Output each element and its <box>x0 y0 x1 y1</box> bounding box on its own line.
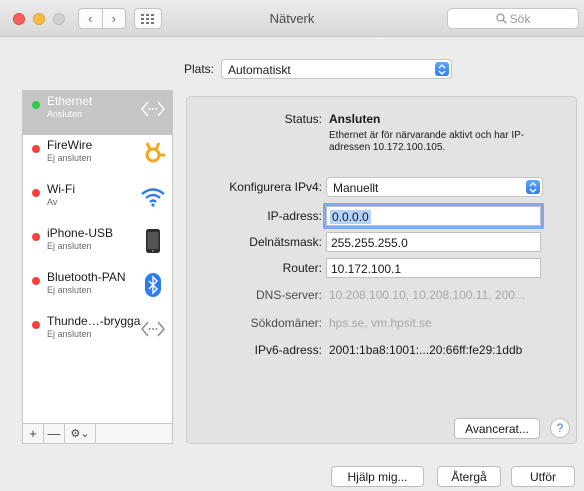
service-status: Ej ansluten <box>47 329 92 339</box>
subnet-mask-field[interactable]: 255.255.255.0 <box>326 232 541 252</box>
status-dot <box>32 145 40 153</box>
router-value: 10.172.100.1 <box>331 262 402 276</box>
service-status: Ansluten <box>47 109 83 119</box>
status-label: Status: <box>284 112 322 126</box>
service-item-bluetooth-pan[interactable]: Bluetooth-PAN Ej ansluten <box>23 267 172 311</box>
ipv6-address-value: 2001:1ba8:1001:...20:66ff:fe29:1ddb <box>329 343 523 357</box>
dns-server-label: DNS-server: <box>255 288 322 302</box>
configure-ipv4-select[interactable]: Manuellt <box>326 177 543 197</box>
search-domains-label: Sökdomäner: <box>250 316 322 330</box>
ethernet-icon <box>140 96 166 122</box>
status-dot <box>32 321 40 329</box>
location-value: Automatiskt <box>228 63 291 77</box>
thunderbolt-bridge-icon <box>140 316 166 342</box>
apply-button[interactable]: Utför <box>511 466 575 487</box>
subnet-mask-label: Delnätsmask: <box>249 235 322 249</box>
ip-address-label: IP-adress: <box>267 209 322 223</box>
add-service-button[interactable]: + <box>23 424 44 443</box>
router-field[interactable]: 10.172.100.1 <box>326 258 541 278</box>
search-placeholder: Sök <box>509 11 531 26</box>
subnet-mask-value: 255.255.255.0 <box>331 236 408 250</box>
help-button[interactable]: ? <box>550 418 570 438</box>
status-dot <box>32 101 40 109</box>
ip-address-value: 0.0.0.0 <box>330 210 371 224</box>
service-name: iPhone-USB <box>47 226 114 240</box>
configure-ipv4-value: Manuellt <box>333 181 379 195</box>
status-value: Ansluten <box>329 112 381 126</box>
service-list-toolbar: + — ⚙︎⌄ <box>22 424 173 444</box>
action-menu-button[interactable]: ⚙︎⌄ <box>65 424 96 443</box>
service-item-ethernet[interactable]: Ethernet Ansluten <box>23 91 172 135</box>
revert-button[interactable]: Återgå <box>437 466 501 487</box>
search-icon <box>496 13 507 24</box>
status-dot <box>32 277 40 285</box>
updown-arrows-icon <box>435 62 449 76</box>
service-status: Ej ansluten <box>47 285 92 295</box>
iphone-icon <box>140 228 166 254</box>
remove-service-button[interactable]: — <box>44 424 65 443</box>
status-dot <box>32 233 40 241</box>
service-name: FireWire <box>47 138 93 152</box>
service-item-thunderbolt-bridge[interactable]: Thunde…-brygga Ej ansluten <box>23 311 172 355</box>
dns-server-value: 10.208.100.10, 10.208.100.11, 200... <box>329 288 525 302</box>
router-label: Router: <box>282 261 322 275</box>
title-bar: ‹ › Nätverk Sök <box>0 0 584 37</box>
location-label: Plats: <box>184 62 215 76</box>
location-select[interactable]: Automatiskt <box>221 59 452 79</box>
service-item-iphone-usb[interactable]: iPhone-USB Ej ansluten <box>23 223 172 267</box>
service-name: Wi-Fi <box>47 182 75 196</box>
bluetooth-icon <box>140 272 166 298</box>
service-list: Ethernet Ansluten FireWire Ej ansluten W… <box>22 90 173 424</box>
advanced-button[interactable]: Avancerat... <box>454 418 540 439</box>
service-status: Av <box>47 197 58 207</box>
service-name: Thunde…-brygga <box>47 314 141 328</box>
ipv6-address-label: IPv6-adress: <box>254 343 322 357</box>
service-item-firewire[interactable]: FireWire Ej ansluten <box>23 135 172 179</box>
service-name: Ethernet <box>47 94 93 108</box>
ip-address-field[interactable]: 0.0.0.0 <box>323 203 544 229</box>
service-item-wifi[interactable]: Wi-Fi Av <box>23 179 172 223</box>
service-status: Ej ansluten <box>47 153 92 163</box>
updown-arrows-icon <box>526 180 540 194</box>
search-domains-value: hps.se, vm.hpsit.se <box>329 316 432 330</box>
status-dot <box>32 189 40 197</box>
status-description-line2: adressen 10.172.100.105. <box>329 142 446 153</box>
configure-ipv4-label: Konfigurera IPv4: <box>229 180 322 194</box>
service-name: Bluetooth-PAN <box>47 270 126 284</box>
firewire-icon <box>140 140 166 166</box>
assist-me-button[interactable]: Hjälp mig... <box>331 466 424 487</box>
wifi-icon <box>140 184 166 210</box>
status-description-line1: Ethernet är för närvarande aktivt och ha… <box>329 130 525 141</box>
service-status: Ej ansluten <box>47 241 92 251</box>
search-field[interactable]: Sök <box>447 8 579 29</box>
